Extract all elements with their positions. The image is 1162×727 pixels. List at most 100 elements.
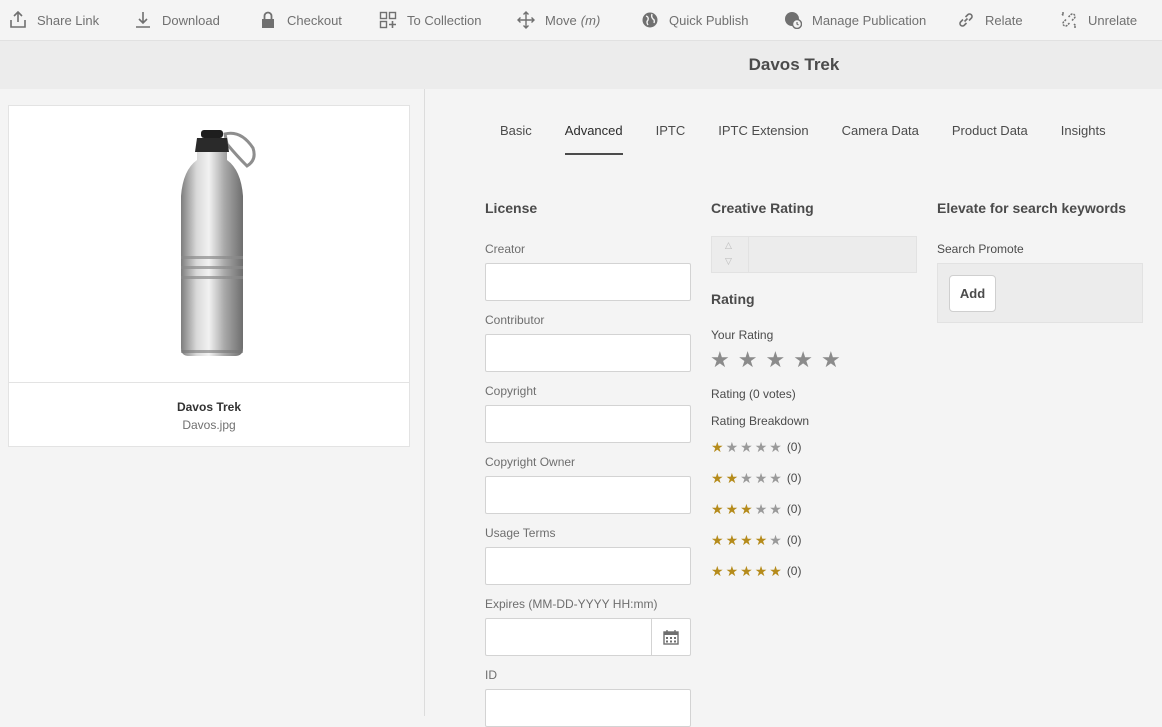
tab-camera-data[interactable]: Camera Data — [842, 111, 919, 155]
date-picker-button[interactable] — [651, 619, 690, 655]
copyright-field[interactable] — [485, 405, 691, 443]
tab-basic[interactable]: Basic — [500, 111, 532, 155]
star-empty-icon: ★ — [754, 501, 768, 517]
breakdown-count: (0) — [786, 440, 802, 454]
to-collection-label: To Collection — [407, 12, 482, 28]
asset-preview-panel: Davos Trek Davos.jpg — [0, 89, 425, 716]
star-empty-icon: ★ — [754, 470, 768, 486]
star-filled-icon: ★ — [769, 563, 782, 579]
relate-button[interactable]: Relate — [957, 5, 1023, 35]
water-bottle-image — [181, 130, 256, 356]
tab-iptc-extension[interactable]: IPTC Extension — [718, 111, 808, 155]
copyright-label: Copyright — [485, 384, 537, 398]
creative-rating-heading: Creative Rating — [711, 200, 814, 216]
stepper-up-icon[interactable]: △ — [725, 240, 732, 251]
to-collection-button[interactable]: To Collection — [379, 5, 481, 35]
breakdown-count: (0) — [786, 502, 802, 516]
star-filled-icon: ★ — [725, 563, 739, 579]
download-button[interactable]: Download — [134, 5, 220, 35]
rating-star-2-icon[interactable]: ★ — [738, 349, 758, 371]
tab-product-data[interactable]: Product Data — [952, 111, 1028, 155]
move-shortcut-hint: (m) — [580, 12, 601, 28]
star-filled-icon: ★ — [725, 532, 739, 548]
properties-panel: Basic Advanced IPTC IPTC Extension Camer… — [426, 89, 1162, 727]
properties-tabs: Basic Advanced IPTC IPTC Extension Camer… — [500, 111, 1139, 155]
rating-star-1-icon[interactable]: ★ — [710, 349, 730, 371]
download-label: Download — [162, 12, 220, 28]
breakdown-row-5: ★ ★ ★ ★ ★ (0) — [711, 564, 801, 578]
star-empty-icon: ★ — [769, 501, 782, 517]
stepper-buttons: △ ▽ — [712, 237, 749, 272]
contributor-label: Contributor — [485, 313, 545, 327]
search-promote-label: Search Promote — [937, 242, 1024, 256]
move-icon — [517, 11, 535, 29]
creator-label: Creator — [485, 242, 526, 256]
star-empty-icon: ★ — [725, 439, 739, 455]
collection-icon — [379, 11, 397, 29]
elevate-heading: Elevate for search keywords — [937, 200, 1127, 216]
relate-label: Relate — [985, 12, 1023, 28]
asset-card[interactable]: Davos Trek Davos.jpg — [8, 105, 410, 447]
your-rating-stars[interactable]: ★ ★ ★ ★ ★ — [710, 349, 849, 371]
quick-publish-label: Quick Publish — [669, 12, 749, 28]
breakdown-row-4: ★ ★ ★ ★ ★ (0) — [711, 533, 801, 547]
manage-publication-label: Manage Publication — [812, 12, 927, 28]
calendar-icon — [663, 630, 679, 645]
manage-publication-button[interactable]: Manage Publication — [784, 5, 926, 35]
breakdown-count: (0) — [786, 564, 802, 578]
page-title: Davos Trek — [748, 55, 840, 74]
rating-star-5-icon[interactable]: ★ — [821, 349, 841, 371]
move-button[interactable]: Move (m) — [517, 5, 600, 35]
star-empty-icon: ★ — [740, 439, 753, 455]
tab-insights[interactable]: Insights — [1061, 111, 1106, 155]
unrelate-button[interactable]: Unrelate — [1060, 5, 1137, 35]
copyright-owner-field[interactable] — [485, 476, 691, 514]
your-rating-label: Your Rating — [711, 328, 774, 342]
creative-rating-stepper[interactable]: △ ▽ — [711, 236, 917, 273]
share-link-button[interactable]: Share Link — [9, 5, 99, 35]
id-field[interactable] — [485, 689, 691, 727]
star-empty-icon: ★ — [740, 470, 753, 486]
star-filled-icon: ★ — [740, 532, 753, 548]
tab-iptc[interactable]: IPTC — [656, 111, 686, 155]
star-filled-icon: ★ — [740, 501, 753, 517]
rating-star-4-icon[interactable]: ★ — [793, 349, 813, 371]
checkout-button[interactable]: Checkout — [259, 5, 342, 35]
usage-terms-field[interactable] — [485, 547, 691, 585]
usage-terms-label: Usage Terms — [485, 526, 556, 540]
checkout-label: Checkout — [287, 12, 342, 28]
star-filled-icon: ★ — [740, 563, 753, 579]
action-toolbar: Share Link Download Checkout To Collecti… — [0, 0, 1162, 41]
add-keyword-button[interactable]: Add — [949, 275, 996, 312]
title-bar: Davos Trek — [0, 41, 1162, 89]
rating-breakdown-label: Rating Breakdown — [711, 414, 810, 428]
expires-label: Expires (MM-DD-YYYY HH:mm) — [485, 597, 658, 611]
star-empty-icon: ★ — [769, 532, 782, 548]
id-label: ID — [485, 668, 497, 682]
tab-advanced[interactable]: Advanced — [564, 111, 623, 155]
search-promote-box: Add — [937, 263, 1143, 323]
asset-filename: Davos.jpg — [182, 418, 236, 432]
share-link-label: Share Link — [37, 12, 100, 28]
move-label: Move — [545, 12, 577, 28]
creator-field[interactable] — [485, 263, 691, 301]
unlink-icon — [1061, 12, 1077, 28]
breakdown-row-1: ★ ★ ★ ★ ★ (0) — [711, 440, 801, 454]
star-filled-icon: ★ — [754, 532, 768, 548]
lock-icon — [262, 11, 274, 28]
star-filled-icon: ★ — [711, 563, 724, 579]
copyright-owner-label: Copyright Owner — [485, 455, 576, 469]
star-filled-icon: ★ — [725, 470, 739, 486]
link-icon — [959, 13, 973, 27]
star-empty-icon: ★ — [769, 470, 782, 486]
star-filled-icon: ★ — [711, 439, 724, 455]
expires-field[interactable] — [485, 618, 691, 656]
rating-votes-text: Rating (0 votes) — [711, 387, 796, 401]
quick-publish-button[interactable]: Quick Publish — [641, 5, 748, 35]
rating-heading: Rating — [711, 291, 755, 307]
share-icon — [10, 11, 26, 28]
stepper-down-icon[interactable]: ▽ — [725, 256, 732, 267]
star-filled-icon: ★ — [754, 563, 768, 579]
rating-star-3-icon[interactable]: ★ — [765, 349, 785, 371]
contributor-field[interactable] — [485, 334, 691, 372]
